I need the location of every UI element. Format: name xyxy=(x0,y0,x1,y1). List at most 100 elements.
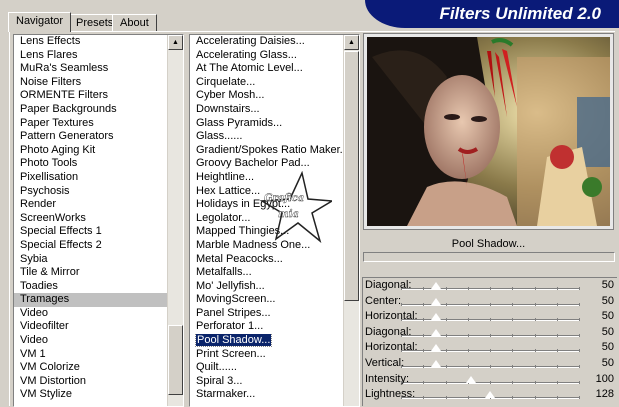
category-item[interactable]: Photo Tools xyxy=(14,157,168,171)
star-icon: Grafica mia xyxy=(259,170,335,244)
param-row: Horizontal: 50 xyxy=(363,309,617,325)
param-slider[interactable] xyxy=(401,333,580,337)
param-slider[interactable] xyxy=(401,365,580,368)
category-item[interactable]: VM Distortion xyxy=(14,375,168,389)
param-label: Diagonal: xyxy=(365,279,412,291)
param-row: Diagonal: 50 xyxy=(363,325,617,341)
filter-item[interactable]: Glass...... xyxy=(190,130,344,144)
filter-item[interactable]: Pool Shadow... xyxy=(190,334,344,348)
category-item[interactable]: Paper Backgrounds xyxy=(14,103,168,117)
filter-item[interactable]: Perforator 1... xyxy=(190,320,344,334)
tab-navigator[interactable]: Navigator xyxy=(8,12,72,32)
filter-item[interactable]: MovingScreen... xyxy=(190,293,344,307)
param-slider-thumb[interactable] xyxy=(430,328,441,336)
category-item[interactable]: VM Colorize xyxy=(14,361,168,375)
param-slider-thumb[interactable] xyxy=(465,375,476,383)
category-scroll-thumb[interactable] xyxy=(168,325,183,395)
filter-item[interactable]: Spiral 3... xyxy=(190,375,344,389)
category-item[interactable]: Video xyxy=(14,334,168,348)
category-item[interactable]: Toadies xyxy=(14,280,168,294)
param-label: Center: xyxy=(365,294,402,307)
param-row: Horizontal: 50 xyxy=(363,340,617,356)
category-item[interactable]: Special Effects 1 xyxy=(14,225,168,239)
category-item[interactable]: Lens Flares xyxy=(14,49,168,63)
filter-item[interactable]: Quilt...... xyxy=(190,361,344,375)
param-slider[interactable] xyxy=(401,380,580,384)
param-value: 128 xyxy=(595,388,614,401)
filter-item[interactable]: Gradient/Spokes Ratio Maker... xyxy=(190,144,344,158)
filter-item[interactable]: Mo' Jellyfish... xyxy=(190,280,344,294)
param-value: 50 xyxy=(601,279,614,291)
category-item[interactable]: Render xyxy=(14,198,168,212)
param-value: 100 xyxy=(595,372,614,385)
param-slider-thumb[interactable] xyxy=(430,297,441,305)
param-value: 50 xyxy=(601,294,614,307)
filter-item[interactable]: Cyber Mosh... xyxy=(190,89,344,103)
param-value: 50 xyxy=(601,357,614,369)
category-item[interactable]: VM 1 xyxy=(14,348,168,362)
preview-filter-label: Pool Shadow... xyxy=(451,238,526,250)
param-label: Lightness: xyxy=(365,388,416,401)
filter-item[interactable]: Panel Stripes... xyxy=(190,307,344,321)
tab-about[interactable]: About xyxy=(112,14,157,31)
filter-item[interactable]: Metalfalls... xyxy=(190,266,344,280)
category-item[interactable]: Tile & Mirror xyxy=(14,266,168,280)
filter-item[interactable]: Accelerating Glass... xyxy=(190,49,344,63)
param-value: 50 xyxy=(601,341,614,354)
param-slider-thumb[interactable] xyxy=(485,391,496,399)
param-slider-thumb[interactable] xyxy=(430,282,441,289)
category-item[interactable]: Pixellisation xyxy=(14,171,168,185)
progress-bar xyxy=(363,252,615,262)
filter-scrollbar[interactable]: ▲ xyxy=(343,35,359,406)
param-label: Intensity: xyxy=(365,372,410,385)
category-item[interactable]: MuRa's Seamless xyxy=(14,62,168,76)
category-item[interactable]: Video xyxy=(14,307,168,321)
param-value: 50 xyxy=(601,310,614,323)
category-item[interactable]: Videofilter xyxy=(14,320,168,334)
param-value: 50 xyxy=(601,325,614,338)
filter-item[interactable]: Metal Peacocks... xyxy=(190,253,344,267)
param-slider[interactable] xyxy=(401,287,580,290)
filter-item[interactable]: Starmaker... xyxy=(190,388,344,402)
param-row: Lightness: 128 xyxy=(363,387,617,403)
category-scrollbar[interactable]: ▲ xyxy=(167,35,183,406)
param-slider[interactable] xyxy=(401,349,580,353)
category-item[interactable]: Pattern Generators xyxy=(14,130,168,144)
category-item[interactable]: Tramages xyxy=(14,293,168,307)
category-item[interactable]: Paper Textures xyxy=(14,117,168,131)
param-slider-thumb[interactable] xyxy=(430,313,441,321)
category-item[interactable]: Noise Filters xyxy=(14,76,168,90)
scroll-up-icon[interactable]: ▲ xyxy=(344,35,359,50)
category-item[interactable]: ORMENTE Filters xyxy=(14,89,168,103)
param-label: Horizontal: xyxy=(365,310,418,323)
svg-text:mia: mia xyxy=(278,209,299,220)
filter-item[interactable]: Glass Pyramids... xyxy=(190,117,344,131)
param-slider[interactable] xyxy=(401,302,580,306)
param-slider-thumb[interactable] xyxy=(430,360,441,367)
category-item[interactable]: Special Effects 2 xyxy=(14,239,168,253)
category-item[interactable]: ScreenWorks xyxy=(14,212,168,226)
category-list[interactable]: Lens Effects Lens Flares MuRa's Seamless No… xyxy=(13,34,184,407)
param-slider-thumb[interactable] xyxy=(430,344,441,352)
filter-item[interactable]: Cirquelate... xyxy=(190,76,344,90)
category-item[interactable]: Lens Effects xyxy=(14,35,168,49)
param-label: Diagonal: xyxy=(365,325,412,338)
param-row: Intensity: 100 xyxy=(363,372,617,388)
filter-item[interactable]: At The Atomic Level... xyxy=(190,62,344,76)
filter-item[interactable]: Groovy Bachelor Pad... xyxy=(190,157,344,171)
category-item[interactable]: Photo Aging Kit xyxy=(14,144,168,158)
svg-text:Grafica: Grafica xyxy=(264,193,304,204)
category-item[interactable]: Sybia xyxy=(14,253,168,267)
category-item[interactable]: Psychosis xyxy=(14,185,168,199)
param-row: Diagonal: 50 xyxy=(363,278,617,294)
param-row: Vertical: 50 xyxy=(363,356,617,372)
filter-item[interactable]: Accelerating Daisies... xyxy=(190,35,344,49)
filter-item[interactable]: Print Screen... xyxy=(190,348,344,362)
filter-list[interactable]: Accelerating Daisies... Accelerating Glas… xyxy=(189,34,360,407)
category-item[interactable]: VM Stylize xyxy=(14,388,168,402)
filter-scroll-thumb[interactable] xyxy=(344,51,359,301)
scroll-up-icon[interactable]: ▲ xyxy=(168,35,183,50)
param-slider[interactable] xyxy=(401,318,580,322)
param-row: Center: 50 xyxy=(363,294,617,310)
filter-item[interactable]: Downstairs... xyxy=(190,103,344,117)
